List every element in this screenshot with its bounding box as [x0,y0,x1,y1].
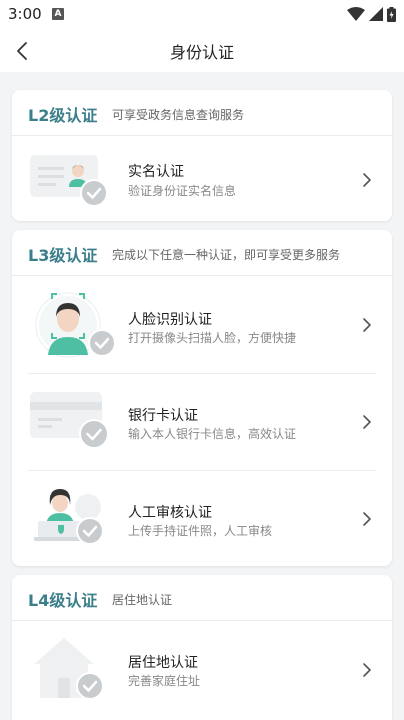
l3-header: L3级认证 完成以下任意一种认证，即可享受更多服务 [12,230,392,276]
l2-level-desc: 可享受政务信息查询服务 [112,108,245,122]
manual-review-auth-subtitle: 上传手持证件照，人工审核 [128,524,273,538]
face-auth-row[interactable]: 人脸识别认证 打开摄像头扫描人脸，方便快捷 [12,277,392,373]
real-name-auth-row[interactable]: 实名认证 验证身份证实名信息 [12,137,392,221]
chevron-right-icon [363,512,371,526]
manual-review-icon [34,489,104,545]
status-icons [347,6,396,22]
manual-review-auth-title: 人工审核认证 [128,505,212,521]
l4-level-desc: 居住地认证 [112,593,173,607]
l3-level-label: L3级认证 [28,246,98,265]
status-time: 3:00 [8,5,42,23]
signal-icon [369,7,383,21]
notification-icon: A [52,8,64,20]
bank-card-icon [30,392,109,449]
bank-card-auth-row[interactable]: 银行卡认证 输入本人银行卡信息，高效认证 [12,374,392,470]
l4-level-label: L4级认证 [28,591,98,610]
manual-review-auth-row[interactable]: 人工审核认证 上传手持证件照，人工审核 [12,471,392,566]
residence-auth-row[interactable]: 居住地认证 完善家庭住址 [12,622,392,720]
battery-icon [387,6,396,22]
l4-card: L4级认证 居住地认证 居住地认证 完善家庭住址 [12,575,392,720]
l2-header: L2级认证 可享受政务信息查询服务 [12,90,392,136]
bank-card-auth-subtitle: 输入本人银行卡信息，高效认证 [128,427,297,441]
chevron-right-icon [363,318,371,332]
status-bar: 3:00 A [0,0,404,28]
chevron-right-icon [363,415,371,429]
house-icon [34,638,104,700]
face-scan-icon [35,292,116,358]
nav-bar: 身份认证 [0,28,404,72]
chevron-right-icon [363,663,371,677]
id-card-person-icon [30,155,108,207]
chevron-right-icon [363,173,371,187]
real-name-auth-title: 实名认证 [128,164,184,180]
page-title: 身份认证 [169,43,234,62]
residence-auth-subtitle: 完善家庭住址 [128,674,201,688]
face-auth-subtitle: 打开摄像头扫描人脸，方便快捷 [128,331,297,345]
wifi-icon [347,7,365,21]
real-name-auth-subtitle: 验证身份证实名信息 [128,184,237,198]
residence-auth-title: 居住地认证 [128,655,198,671]
l3-level-desc: 完成以下任意一种认证，即可享受更多服务 [112,248,341,262]
bank-card-auth-title: 银行卡认证 [128,408,198,424]
l2-card: L2级认证 可享受政务信息查询服务 实名认证 验证身份证实名信息 [12,90,392,221]
l4-header: L4级认证 居住地认证 [12,575,392,621]
l2-level-label: L2级认证 [28,106,98,125]
face-auth-title: 人脸识别认证 [128,312,212,328]
l3-card: L3级认证 完成以下任意一种认证，即可享受更多服务 人脸识别认证 打开摄像头扫描… [12,230,392,566]
